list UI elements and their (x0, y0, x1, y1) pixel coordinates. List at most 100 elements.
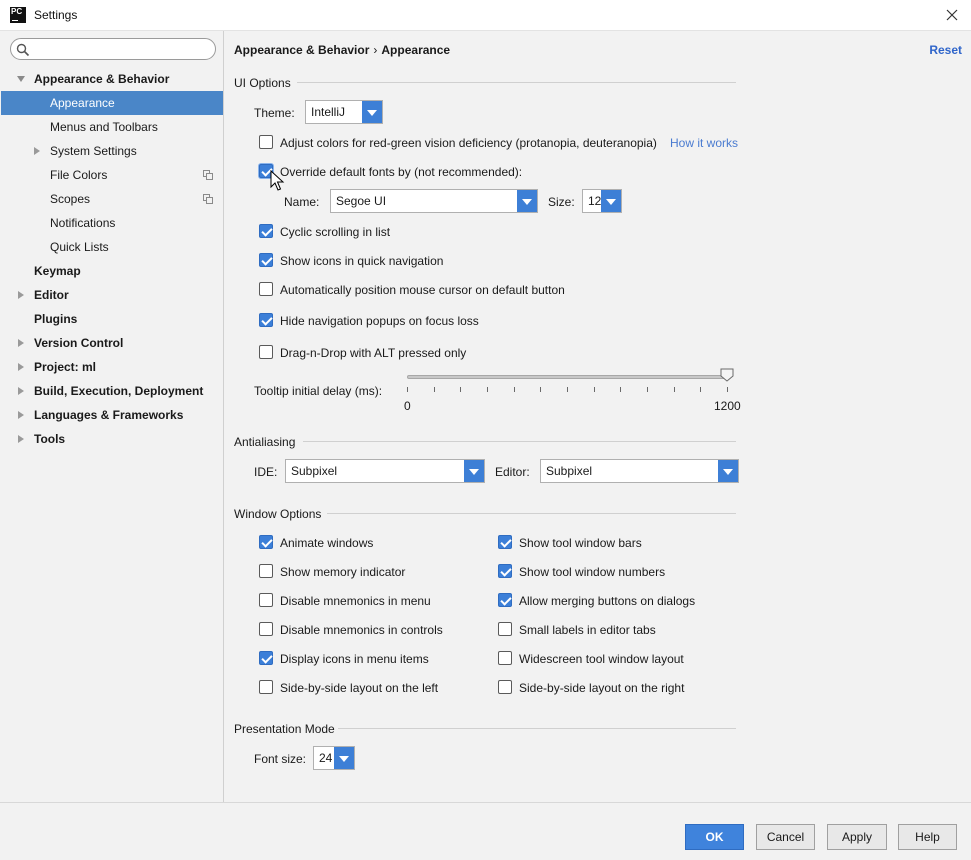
slider-tick (700, 387, 701, 392)
help-button[interactable]: Help (898, 824, 957, 850)
chevron-right-icon (18, 363, 24, 371)
sidebar-item-system-settings[interactable]: System Settings (1, 139, 223, 163)
sidebar-item-quick-lists[interactable]: Quick Lists (1, 235, 223, 259)
chevron-right-icon (34, 147, 40, 155)
sidebar-item-appearance[interactable]: Appearance (1, 91, 223, 115)
reset-link[interactable]: Reset (929, 43, 962, 57)
hide-nav-popups-checkbox[interactable] (259, 313, 273, 327)
mouse-cursor-icon (270, 170, 285, 191)
widescreen-layout-checkbox[interactable] (498, 651, 512, 665)
font-name-select[interactable]: Segoe UI (330, 189, 538, 213)
allow-merging-buttons-label: Allow merging buttons on dialogs (519, 594, 696, 608)
chevron-down-icon (718, 460, 738, 482)
tooltip-delay-label: Tooltip initial delay (ms): (254, 384, 383, 398)
theme-select[interactable]: IntelliJ (305, 100, 383, 124)
auto-position-cursor-checkbox[interactable] (259, 282, 273, 296)
sidebar-item-menus-toolbars[interactable]: Menus and Toolbars (1, 115, 223, 139)
drag-n-drop-alt-label: Drag-n-Drop with ALT pressed only (280, 346, 467, 360)
show-icons-quick-nav-label: Show icons in quick navigation (280, 254, 444, 268)
small-labels-tabs-checkbox[interactable] (498, 622, 512, 636)
editor-antialiasing-select[interactable]: Subpixel (540, 459, 739, 483)
show-icons-quick-nav-checkbox[interactable] (259, 253, 273, 267)
breadcrumb-parent: Appearance & Behavior (234, 43, 370, 57)
close-icon[interactable] (941, 4, 963, 26)
drag-n-drop-alt-checkbox[interactable] (259, 345, 273, 359)
cyclic-scrolling-checkbox[interactable] (259, 224, 273, 238)
disable-mnemonics-controls-label: Disable mnemonics in controls (280, 623, 443, 637)
display-icons-menu-checkbox[interactable] (259, 651, 273, 665)
breadcrumb: Appearance & Behavior › Appearance (234, 43, 450, 57)
font-size-select[interactable]: 12 (582, 189, 622, 213)
tooltip-delay-slider[interactable] (407, 375, 727, 379)
allow-merging-buttons-checkbox[interactable] (498, 593, 512, 607)
show-tool-window-numbers-checkbox[interactable] (498, 564, 512, 578)
chevron-down-icon (362, 101, 382, 123)
sidebar-item-build-execution-deployment[interactable]: Build, Execution, Deployment (1, 379, 223, 403)
title-bar: PC Settings (0, 0, 971, 31)
sidebar-item-file-colors[interactable]: File Colors (1, 163, 223, 187)
slider-tick (540, 387, 541, 392)
section-title-presentation-mode: Presentation Mode (234, 722, 335, 736)
disable-mnemonics-menu-label: Disable mnemonics in menu (280, 594, 431, 608)
project-level-icon (203, 170, 213, 180)
dialog-footer: OK Cancel Apply Help (0, 802, 971, 860)
show-tool-window-bars-checkbox[interactable] (498, 535, 512, 549)
presentation-font-size-select[interactable]: 24 (313, 746, 355, 770)
small-labels-tabs-label: Small labels in editor tabs (519, 623, 656, 637)
slider-tick (620, 387, 621, 392)
cancel-button[interactable]: Cancel (756, 824, 815, 850)
sidebar-item-plugins[interactable]: Plugins (1, 307, 223, 331)
search-input[interactable] (10, 38, 216, 60)
disable-mnemonics-controls-checkbox[interactable] (259, 622, 273, 636)
slider-tick (594, 387, 595, 392)
disable-mnemonics-menu-checkbox[interactable] (259, 593, 273, 607)
section-title-window-options: Window Options (234, 507, 322, 521)
theme-label: Theme: (254, 106, 295, 120)
slider-tick (434, 387, 435, 392)
auto-position-cursor-label: Automatically position mouse cursor on d… (280, 283, 565, 297)
animate-windows-label: Animate windows (280, 536, 374, 550)
chevron-down-icon (464, 460, 484, 482)
pycharm-app-icon: PC (10, 7, 26, 23)
animate-windows-checkbox[interactable] (259, 535, 273, 549)
tooltip-max-label: 1200 (714, 399, 741, 413)
font-name-label: Name: (284, 195, 320, 209)
slider-thumb[interactable] (720, 368, 734, 382)
sidebar-item-tools[interactable]: Tools (1, 427, 223, 451)
tooltip-min-label: 0 (404, 399, 411, 413)
sidebar-item-editor[interactable]: Editor (1, 283, 223, 307)
section-divider (303, 441, 736, 442)
sidebar-item-notifications[interactable]: Notifications (1, 211, 223, 235)
show-memory-indicator-label: Show memory indicator (280, 565, 406, 579)
ide-antialiasing-label: IDE: (254, 465, 278, 479)
chevron-down-icon (334, 747, 354, 769)
apply-button[interactable]: Apply (827, 824, 887, 850)
red-green-checkbox[interactable] (259, 135, 273, 149)
ok-button[interactable]: OK (685, 824, 744, 850)
sidebar-item-scopes[interactable]: Scopes (1, 187, 223, 211)
settings-sidebar: Appearance & Behavior Appearance Menus a… (0, 31, 224, 802)
how-it-works-link[interactable]: How it works (670, 136, 738, 150)
sidebar-item-keymap[interactable]: Keymap (1, 259, 223, 283)
slider-tick (460, 387, 461, 392)
side-by-side-left-checkbox[interactable] (259, 680, 273, 694)
show-tool-window-bars-label: Show tool window bars (519, 536, 642, 550)
sidebar-item-appearance-behavior[interactable]: Appearance & Behavior (1, 67, 223, 91)
editor-antialiasing-label: Editor: (495, 465, 530, 479)
side-by-side-right-checkbox[interactable] (498, 680, 512, 694)
sidebar-item-languages-frameworks[interactable]: Languages & Frameworks (1, 403, 223, 427)
chevron-right-icon (18, 435, 24, 443)
show-memory-indicator-checkbox[interactable] (259, 564, 273, 578)
sidebar-item-version-control[interactable]: Version Control (1, 331, 223, 355)
sidebar-item-project[interactable]: Project: ml (1, 355, 223, 379)
font-size-label: Size: (548, 195, 575, 209)
breadcrumb-separator: › (373, 43, 378, 57)
hide-nav-popups-label: Hide navigation popups on focus loss (280, 314, 479, 328)
red-green-label: Adjust colors for red-green vision defic… (280, 136, 657, 150)
section-title-antialiasing: Antialiasing (234, 435, 296, 449)
ide-antialiasing-select[interactable]: Subpixel (285, 459, 485, 483)
override-fonts-label: Override default fonts by (not recommend… (280, 165, 523, 179)
widescreen-layout-label: Widescreen tool window layout (519, 652, 684, 666)
side-by-side-right-label: Side-by-side layout on the right (519, 681, 685, 695)
slider-tick (407, 387, 408, 392)
